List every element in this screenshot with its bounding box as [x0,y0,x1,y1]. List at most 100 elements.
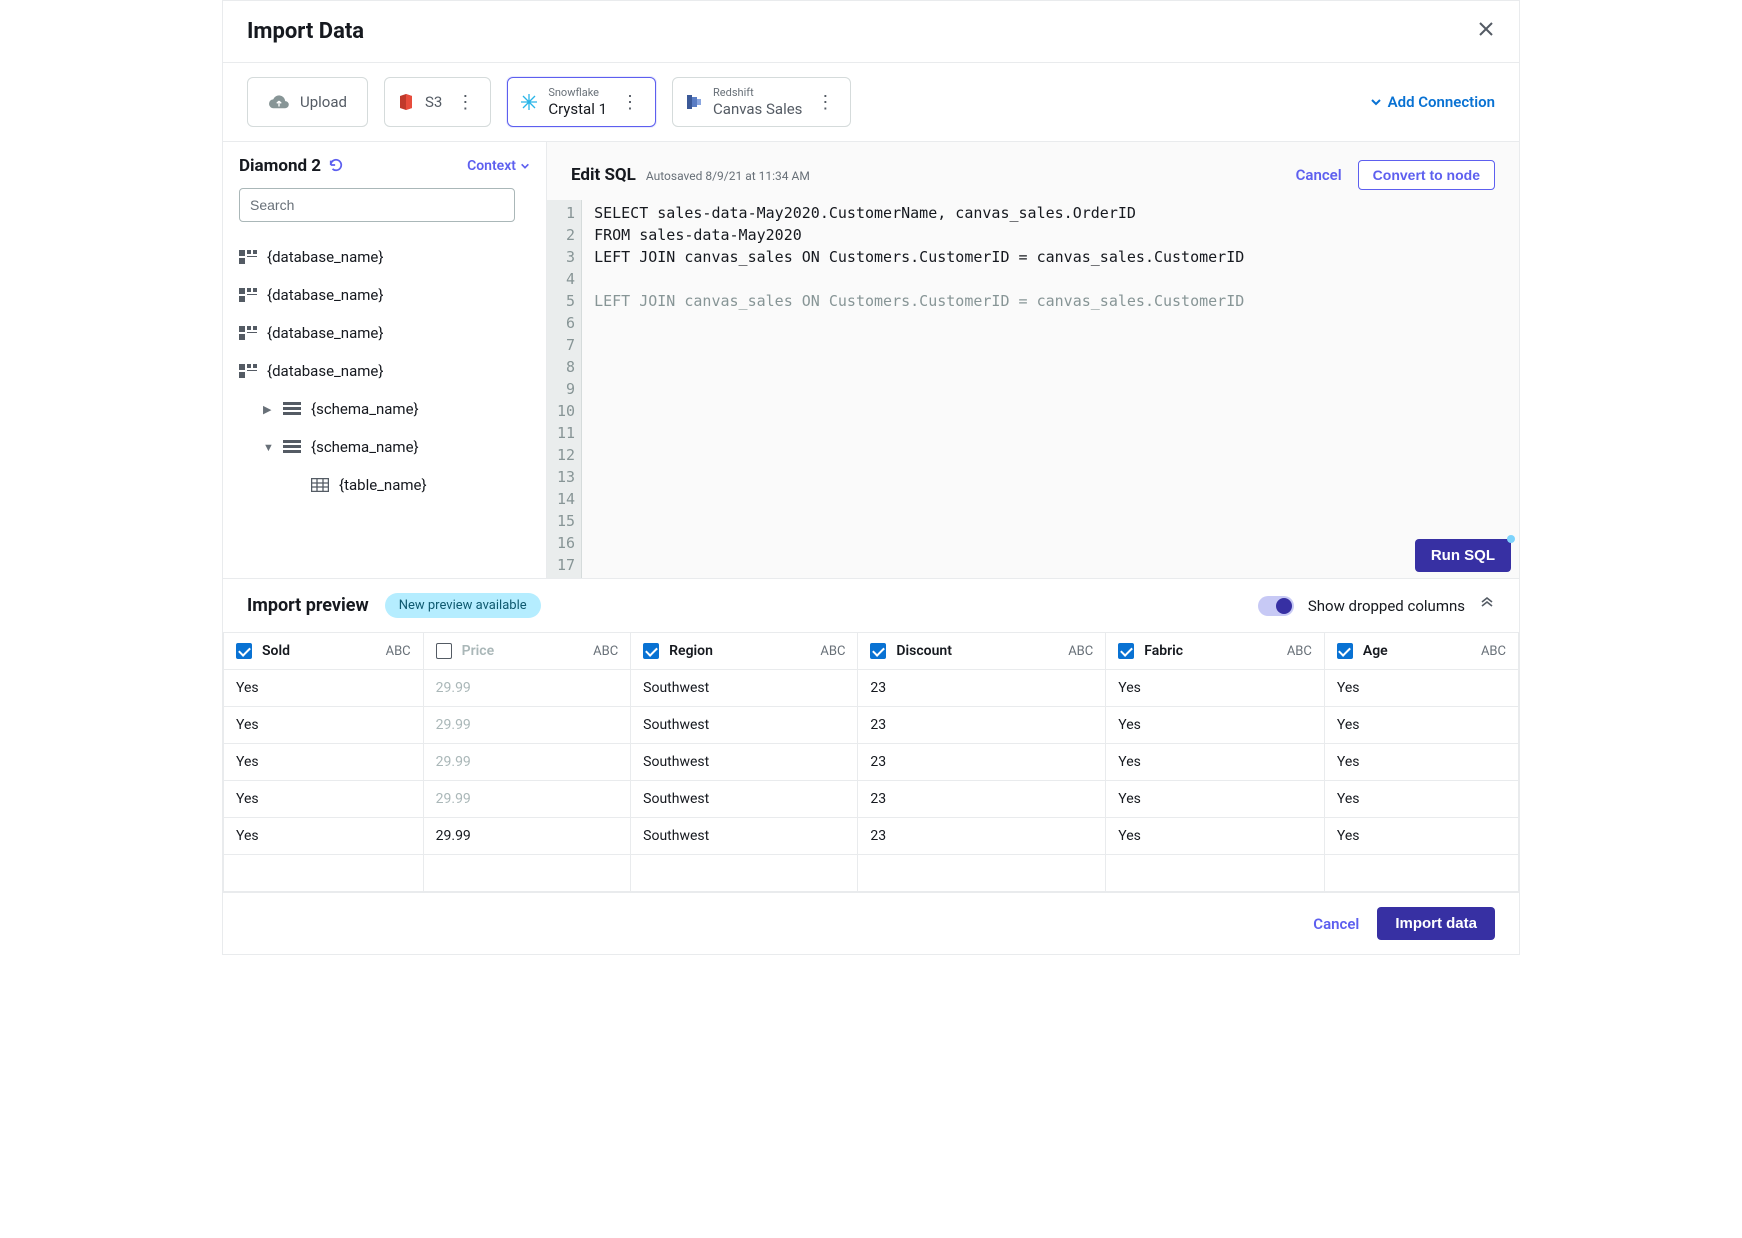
collapse-preview-button[interactable] [1479,596,1495,616]
convert-to-node-button[interactable]: Convert to node [1358,160,1495,190]
snowflake-options-icon[interactable]: ⋮ [617,92,643,113]
redshift-options-icon[interactable]: ⋮ [812,92,838,113]
chevron-down-icon [520,161,530,171]
table-cell: 23 [858,818,1106,855]
connection-name-heading: Diamond 2 [239,156,343,176]
table-cell: Yes [1324,670,1518,707]
code-content[interactable]: SELECT sales-data-May2020.CustomerName, … [582,200,1256,578]
column-checkbox[interactable] [643,643,659,659]
import-preview-section: Import preview New preview available Sho… [223,578,1519,892]
column-type: ABC [820,644,845,659]
database-icon [239,288,257,302]
table-row: Yes29.99Southwest23YesYes [224,670,1519,707]
upload-label: Upload [300,93,347,111]
refresh-button[interactable] [329,157,343,176]
schema-sidebar: Diamond 2 Context {database_name} {datab… [223,142,547,578]
table-cell: 23 [858,781,1106,818]
table-cell: Yes [1324,707,1518,744]
table-cell: Yes [1106,818,1325,855]
table-cell: Yes [1324,744,1518,781]
column-name: Fabric [1144,643,1183,659]
s3-options-icon[interactable]: ⋮ [452,92,478,113]
redshift-icon [685,93,703,111]
database-item[interactable]: {database_name} [239,352,530,390]
column-name: Age [1363,643,1388,659]
collapse-icon [1479,596,1495,612]
table-cell: Yes [1324,818,1518,855]
table-row: Yes29.99Southwest23YesYes [224,707,1519,744]
column-checkbox[interactable] [436,643,452,659]
table-cell: Yes [1106,670,1325,707]
table-cell: Southwest [631,781,858,818]
dialog-header: Import Data [223,1,1519,63]
column-checkbox[interactable] [236,643,252,659]
column-header[interactable]: PriceABC [423,633,631,670]
table-cell: 29.99 [423,744,631,781]
source-selector-row: Upload S3 ⋮ Snowflake Crystal 1 ⋮ Redshi… [223,63,1519,142]
column-name: Sold [262,643,290,659]
database-icon [239,364,257,378]
schema-item[interactable]: ▼ {schema_name} [239,428,530,466]
table-cell: 29.99 [423,781,631,818]
table-cell [423,855,631,892]
schema-item[interactable]: ▶ {schema_name} [239,390,530,428]
table-cell [631,855,858,892]
table-icon [311,478,329,492]
column-checkbox[interactable] [870,643,886,659]
table-cell: Southwest [631,670,858,707]
cancel-edit-button[interactable]: Cancel [1296,166,1342,184]
table-row: Yes29.99Southwest23YesYes [224,744,1519,781]
close-button[interactable] [1477,19,1495,44]
table-row: Yes29.99Southwest23YesYes [224,818,1519,855]
s3-label: S3 [425,93,442,111]
s3-icon [397,93,415,111]
table-item[interactable]: {table_name} [239,466,530,504]
import-data-button[interactable]: Import data [1377,907,1495,940]
database-item[interactable]: {database_name} [239,314,530,352]
database-item[interactable]: {database_name} [239,238,530,276]
column-header[interactable]: FabricABC [1106,633,1325,670]
table-cell: Southwest [631,818,858,855]
column-type: ABC [1068,644,1093,659]
upload-source-button[interactable]: Upload [247,77,368,127]
table-cell: Southwest [631,707,858,744]
column-type: ABC [386,644,411,659]
column-header[interactable]: Sold ABC [224,633,424,670]
new-preview-pill[interactable]: New preview available [385,593,541,618]
search-input[interactable] [239,188,515,222]
redshift-name: Canvas Sales [713,100,802,118]
database-item[interactable]: {database_name} [239,276,530,314]
editor-title: Edit SQL [571,165,636,185]
column-header[interactable]: Region ABC [631,633,858,670]
s3-source-button[interactable]: S3 ⋮ [384,77,491,127]
cancel-button[interactable]: Cancel [1313,915,1359,933]
table-cell: Yes [224,781,424,818]
table-row: Yes29.99Southwest23YesYes [224,781,1519,818]
table-cell [224,855,424,892]
run-sql-button[interactable]: Run SQL [1415,539,1511,572]
table-cell: Yes [1106,707,1325,744]
caret-down-icon: ▼ [263,441,273,454]
snowflake-source-button[interactable]: Snowflake Crystal 1 ⋮ [507,77,656,127]
preview-title: Import preview [247,595,369,616]
chevron-down-icon [1370,96,1382,108]
context-dropdown[interactable]: Context [467,158,530,174]
line-gutter: 1234567891011121314151617 [547,200,582,578]
column-header[interactable]: Age ABC [1324,633,1518,670]
dialog-body: Diamond 2 Context {database_name} {datab… [223,142,1519,578]
column-checkbox[interactable] [1337,643,1353,659]
code-editor[interactable]: 1234567891011121314151617 SELECT sales-d… [547,200,1519,578]
column-type: ABC [1481,644,1506,659]
column-name: Region [669,643,713,659]
redshift-source-button[interactable]: Redshift Canvas Sales ⋮ [672,77,851,127]
column-header[interactable]: DiscountABC [858,633,1106,670]
show-dropped-toggle[interactable] [1258,596,1294,616]
dialog-footer: Cancel Import data [223,892,1519,954]
table-cell [1106,855,1325,892]
add-connection-button[interactable]: Add Connection [1370,93,1495,111]
column-checkbox[interactable] [1118,643,1134,659]
table-cell: Yes [1324,781,1518,818]
table-cell: Yes [224,707,424,744]
table-cell: Yes [224,670,424,707]
table-cell [858,855,1106,892]
